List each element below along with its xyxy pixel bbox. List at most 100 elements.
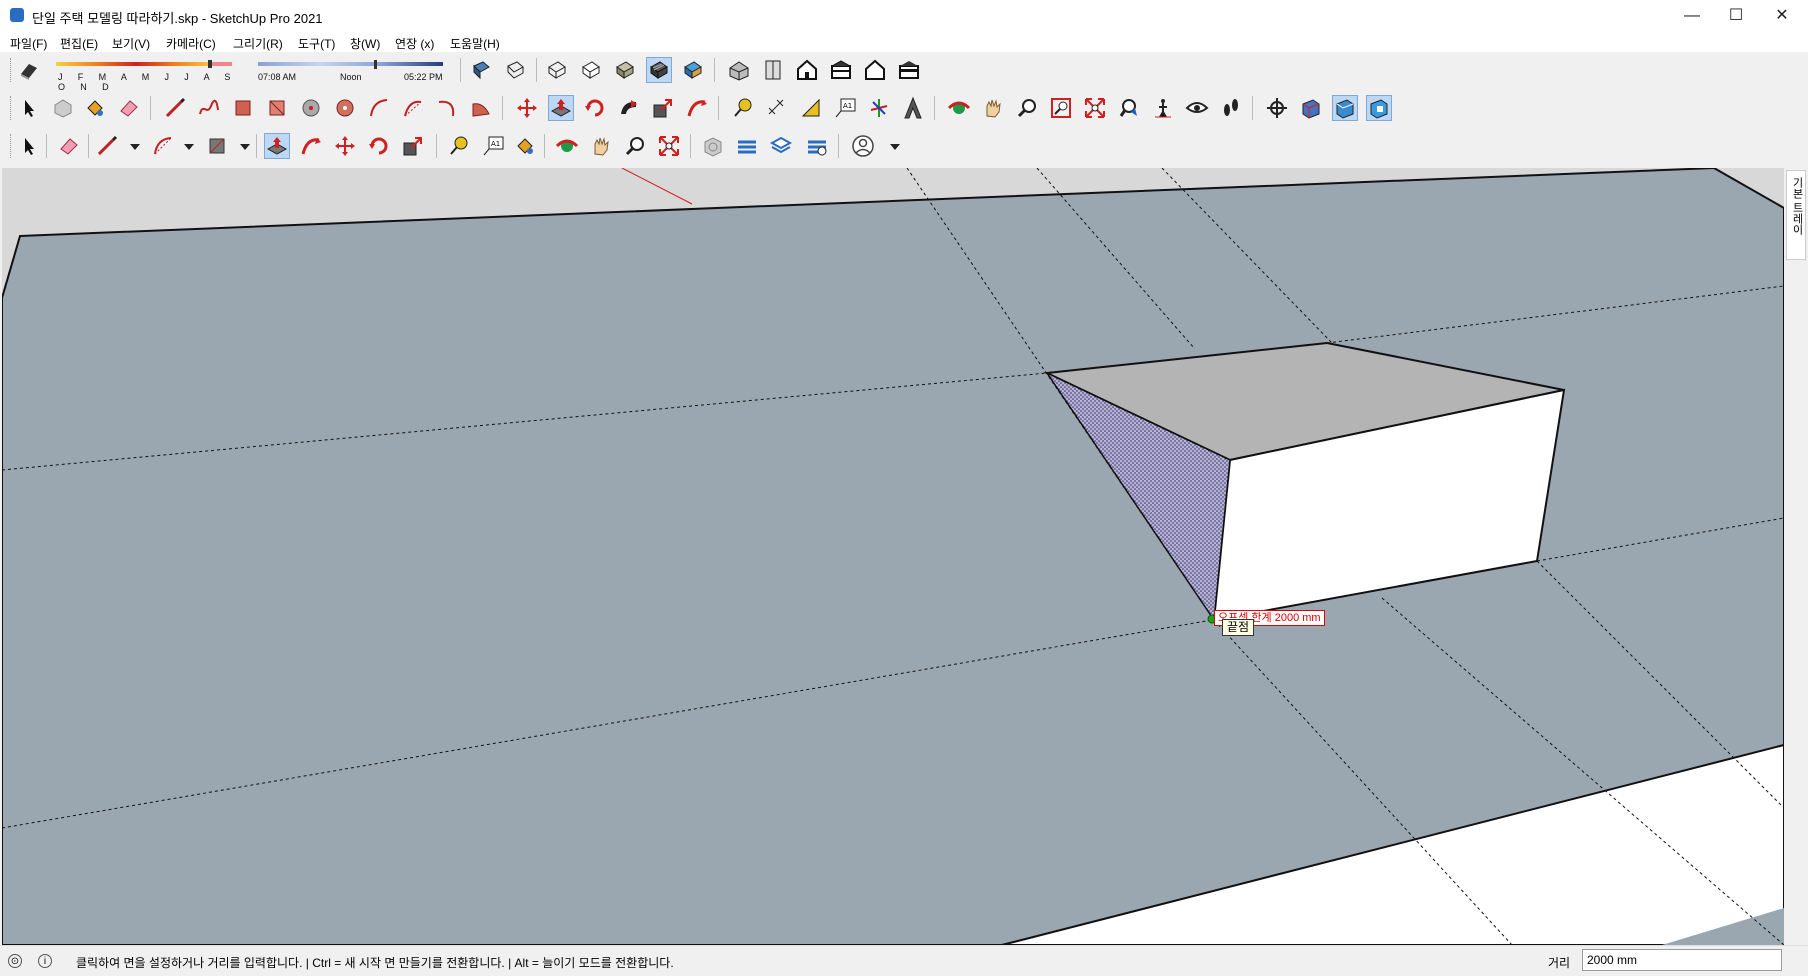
info-icon[interactable]: i [38, 954, 52, 968]
two-point-arc-icon[interactable] [400, 95, 426, 121]
protractor-icon[interactable] [798, 95, 824, 121]
tape-measure-icon[interactable] [730, 95, 756, 121]
section-cut-icon[interactable] [1366, 95, 1392, 121]
month-slider[interactable]: J F M A M J J A S O N D [52, 58, 237, 92]
zoom-icon[interactable] [1014, 95, 1040, 121]
3d-text-icon[interactable] [900, 95, 926, 121]
rotated-rectangle-icon[interactable] [264, 95, 290, 121]
toolbar-grip[interactable] [10, 134, 14, 158]
component-icon[interactable] [50, 95, 76, 121]
walk-icon[interactable] [1218, 95, 1244, 121]
section-plane-icon[interactable] [1264, 95, 1290, 121]
right-view-icon[interactable] [828, 57, 854, 83]
move-icon[interactable] [332, 133, 358, 159]
arc-icon[interactable] [366, 95, 392, 121]
monochrome-icon[interactable] [680, 57, 706, 83]
rotate-icon[interactable] [582, 95, 608, 121]
zoom-window-icon[interactable] [1048, 95, 1074, 121]
section-fill-icon[interactable] [1332, 95, 1358, 121]
menu-help[interactable]: 도움말(H) [450, 35, 500, 52]
shadow-toggle-icon[interactable] [16, 57, 42, 83]
menu-view[interactable]: 보기(V) [112, 35, 150, 52]
zoom-extents-icon[interactable] [656, 133, 682, 159]
zoom-icon[interactable] [622, 133, 648, 159]
layout-icon[interactable] [768, 133, 794, 159]
arc-icon[interactable] [150, 133, 176, 159]
menu-tools[interactable]: 도구(T) [298, 35, 335, 52]
scale-icon[interactable] [650, 95, 676, 121]
look-around-icon[interactable] [1184, 95, 1210, 121]
orbit-icon[interactable] [946, 95, 972, 121]
user-icon[interactable] [850, 133, 876, 159]
pan-icon[interactable] [980, 95, 1006, 121]
top-view-icon[interactable] [760, 57, 786, 83]
freehand-icon[interactable] [196, 95, 222, 121]
menu-camera[interactable]: 카메라(C) [166, 35, 216, 52]
follow-me-icon[interactable] [616, 95, 642, 121]
axes-icon[interactable] [866, 95, 892, 121]
position-camera-icon[interactable] [1150, 95, 1176, 121]
eraser-icon[interactable] [56, 133, 82, 159]
paint-bucket-icon[interactable] [512, 133, 538, 159]
shaded-icon[interactable] [612, 57, 638, 83]
push-pull-icon[interactable] [264, 133, 290, 159]
circle-icon[interactable] [298, 95, 324, 121]
line-icon[interactable] [162, 95, 188, 121]
tape-measure-icon[interactable] [446, 133, 472, 159]
move-icon[interactable] [514, 95, 540, 121]
rectangle-icon[interactable] [204, 133, 230, 159]
toolbar-grip[interactable] [10, 58, 14, 82]
offset-icon[interactable] [298, 133, 324, 159]
default-tray-tab[interactable]: 기본 트레이 [1786, 170, 1806, 260]
dropdown-icon[interactable] [122, 133, 140, 159]
menu-draw[interactable]: 그리기(R) [233, 35, 283, 52]
paint-bucket-icon[interactable] [82, 95, 108, 121]
back-view-icon[interactable] [862, 57, 888, 83]
maximize-button[interactable]: ☐ [1714, 4, 1758, 28]
dropdown-icon[interactable] [882, 133, 900, 159]
push-pull-icon[interactable] [548, 95, 574, 121]
left-view-icon[interactable] [896, 57, 922, 83]
section-display-icon[interactable] [1298, 95, 1324, 121]
previous-view-icon[interactable] [1116, 95, 1142, 121]
select-icon[interactable] [16, 133, 42, 159]
three-point-arc-icon[interactable] [434, 95, 460, 121]
hidden-line-icon[interactable] [578, 57, 604, 83]
front-view-icon[interactable] [794, 57, 820, 83]
minimize-button[interactable]: — [1670, 4, 1714, 28]
extension-manager-icon[interactable] [804, 133, 830, 159]
xray-icon[interactable] [468, 57, 494, 83]
toolbar-grip[interactable] [10, 96, 14, 120]
pie-icon[interactable] [468, 95, 494, 121]
text-icon[interactable]: A1 [480, 133, 506, 159]
polygon-icon[interactable] [332, 95, 358, 121]
dropdown-icon[interactable] [176, 133, 194, 159]
dropdown-icon[interactable] [232, 133, 250, 159]
zoom-extents-icon[interactable] [1082, 95, 1108, 121]
scale-icon[interactable] [400, 133, 426, 159]
geo-location-icon[interactable]: ⊙ [8, 954, 22, 968]
warehouse-icon[interactable] [700, 133, 726, 159]
model-canvas[interactable] [2, 168, 1784, 945]
pan-icon[interactable] [588, 133, 614, 159]
text-icon[interactable]: A1 [832, 95, 858, 121]
menu-extensions[interactable]: 연장 (x) [395, 35, 434, 52]
menu-edit[interactable]: 편집(E) [60, 35, 98, 52]
menu-window[interactable]: 창(W) [350, 35, 380, 52]
time-slider[interactable]: 07:08 AM Noon 05:22 PM [256, 58, 446, 84]
dimension-icon[interactable] [764, 95, 790, 121]
close-button[interactable]: ✕ [1760, 4, 1804, 28]
offset-icon[interactable] [684, 95, 710, 121]
extension-warehouse-icon[interactable] [734, 133, 760, 159]
orbit-icon[interactable] [554, 133, 580, 159]
pencil-icon[interactable] [94, 133, 120, 159]
measurements-input[interactable] [1582, 949, 1782, 971]
eraser-icon[interactable] [116, 95, 142, 121]
back-edges-icon[interactable] [502, 57, 528, 83]
model-viewport[interactable] [2, 168, 1784, 945]
select-icon[interactable] [16, 95, 42, 121]
rectangle-icon[interactable] [230, 95, 256, 121]
menu-file[interactable]: 파일(F) [10, 35, 47, 52]
iso-view-icon[interactable] [726, 57, 752, 83]
shaded-textures-icon[interactable] [646, 57, 672, 83]
